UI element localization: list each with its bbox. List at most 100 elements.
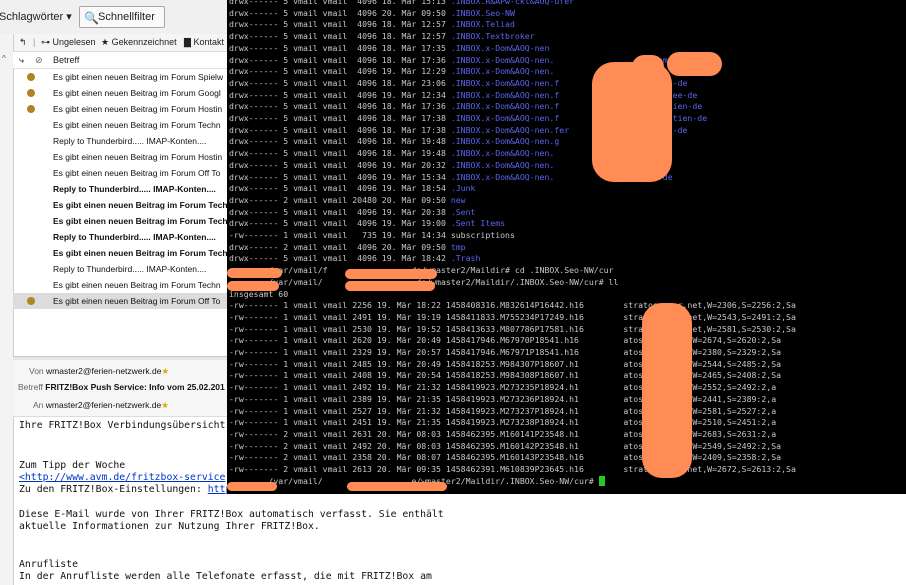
message-subject: Es gibt einen neuen Beitrag im Forum Goo…: [53, 88, 221, 98]
message-subject: Es gibt einen neuen Beitrag im Forum Off…: [53, 168, 221, 178]
subject-label: Betreff: [18, 382, 43, 392]
file-name: .Sent: [450, 206, 476, 217]
file-meta: drwx------ 2 vmail vmail 4096 20. Mär 09…: [229, 241, 451, 252]
quick-filter-button[interactable]: 🔍 Schnellfilter: [79, 6, 165, 28]
subject-column-header[interactable]: Betreff: [53, 52, 79, 68]
folder-pane-edge[interactable]: ^: [0, 34, 14, 585]
terminal-dir-line: drwx------ 5 vmail vmail 4096 18. Mär 15…: [229, 0, 574, 8]
redaction-mark: [345, 281, 435, 291]
message-subject: Reply to Thunderbird..... IMAP-Konten...…: [53, 232, 216, 242]
file-name: .INBOX.Teliad: [450, 19, 515, 30]
body-line: Ihre FRITZ!Box Verbindungsübersicht: [19, 420, 226, 431]
terminal-file-line: -rw------- 1 vmail vmail 2408 19. Mär 20…: [229, 370, 782, 381]
redaction-mark: [642, 303, 692, 478]
file-name: new: [450, 194, 466, 205]
thread-column-icon[interactable]: ⤷: [19, 52, 24, 68]
from-label: Von: [29, 366, 44, 376]
file-meta: drwx------ 5 vmail vmail 4096 19. Mär 12…: [229, 89, 451, 100]
terminal-file-line: -rw------- 1 vmail vmail 2451 19. Mär 21…: [229, 417, 777, 428]
body-link[interactable]: <http://www.avm.de/fritzbox-service: [19, 472, 225, 484]
search-icon: 🔍: [84, 11, 99, 25]
message-subject: Es gibt einen neuen Beitrag im Forum Tec…: [53, 120, 221, 130]
filter-unread-label: Ungelesen: [52, 37, 96, 47]
file-name: .Sent Items: [450, 218, 506, 229]
body-line: aktuelle Informationen zur Nutzung Ihrer…: [19, 521, 320, 532]
file-meta: drwx------ 5 vmail vmail 4096 18. Mär 17…: [229, 42, 451, 53]
terminal-file-line: -rw------- 1 vmail vmail 2527 19. Mär 21…: [229, 405, 777, 416]
terminal-file-line: -rw------- 1 vmail vmail 2620 19. Mär 20…: [229, 335, 782, 346]
avm-link[interactable]: <http://www.avm.de/fritzbox-service: [19, 472, 225, 483]
file-meta: drwx------ 5 vmail vmail 4096 18. Mär 12…: [229, 19, 451, 30]
file-meta: drwx------ 5 vmail vmail 4096 18. Mär 23…: [229, 77, 451, 88]
message-subject: Es gibt einen neuen Beitrag im Forum Off…: [53, 296, 221, 306]
file-name: tmp: [450, 241, 466, 252]
star-icon: ★: [101, 37, 110, 47]
file-name: .INBOX.Seo-NW: [450, 7, 515, 18]
thread-icon[interactable]: ↰: [19, 34, 27, 51]
redaction-mark: [227, 268, 282, 278]
terminal-file-line: -rw------- 1 vmail vmail 2492 19. Mär 21…: [229, 382, 777, 393]
file-meta: drwx------ 5 vmail vmail 4096 18. Mär 17…: [229, 101, 451, 112]
message-subject: Reply to Thunderbird..... IMAP-Konten...…: [53, 184, 216, 194]
status-dot-icon: [27, 73, 35, 81]
terminal-file-line: -rw------- 1 vmail vmail 2491 19. Mär 19…: [229, 311, 796, 322]
body-line: Zum Tipp der Woche: [19, 460, 126, 471]
filter-starred[interactable]: ★ Gekennzeichnet: [101, 34, 177, 51]
terminal-dir-line: drwx------ 5 vmail vmail 4096 18. Mär 19…: [229, 148, 653, 160]
terminal-dir-line: drwx------ 5 vmail vmail 4096 19. Mär 18…: [229, 183, 475, 195]
file-meta: -rw------- 1 vmail vmail 735 19. Mär 14:…: [229, 230, 451, 240]
terminal-dir-line: drwx------ 5 vmail vmail 4096 18. Mär 12…: [229, 31, 535, 43]
redaction-mark: [227, 482, 277, 491]
terminal-dir-line: drwx------ 5 vmail vmail 4096 20. Mär 09…: [229, 8, 515, 20]
message-subject: Reply to Thunderbird..... IMAP-Konten...…: [53, 136, 207, 146]
terminal-dir-line: drwx------ 5 vmail vmail 4096 18. Mär 19…: [229, 136, 643, 148]
contact-icon: ▇: [184, 37, 191, 47]
file-meta: drwx------ 5 vmail vmail 4096 18. Mär 17…: [229, 54, 451, 65]
tags-menu-button[interactable]: Schlagwörter ▾: [0, 7, 72, 27]
terminal-dir-line: drwx------ 2 vmail vmail 20480 20. Mär 0…: [229, 195, 466, 207]
file-name: .INBOX.x-Dom&AOQ-nen: [450, 42, 550, 53]
message-subject: Reply to Thunderbird..... IMAP-Konten...…: [53, 264, 207, 274]
chevron-down-icon: ▾: [66, 11, 72, 23]
terminal-dir-line: -rw------- 1 vmail vmail 735 19. Mär 14:…: [229, 230, 515, 242]
from-value[interactable]: wmaster2@ferien-netzwerk.de: [46, 366, 161, 376]
terminal-dir-line: drwx------ 5 vmail vmail 4096 19. Mär 19…: [229, 218, 505, 230]
file-meta: drwx------ 5 vmail vmail 4096 19. Mär 18…: [229, 183, 451, 194]
filter-contact[interactable]: ▇ Kontakt: [184, 34, 224, 51]
star-icon[interactable]: ★: [161, 366, 169, 376]
scroll-up-icon[interactable]: ^: [2, 54, 6, 63]
file-name: .INBOX.R&APw-ckl&AOQ-ufer: [450, 0, 575, 6]
to-value[interactable]: wmaster2@ferien-netzwerk.de: [46, 400, 161, 410]
terminal-file-line: -rw------- 2 vmail vmail 2358 20. Mär 08…: [229, 452, 782, 463]
redaction-mark: [227, 281, 279, 291]
star-icon[interactable]: ★: [161, 400, 169, 410]
redaction-mark: [667, 52, 722, 76]
terminal-dir-line: drwx------ 5 vmail vmail 4096 19. Mär 20…: [229, 207, 475, 219]
tags-label: Schlagwörter: [0, 11, 64, 23]
file-meta: drwx------ 5 vmail vmail 4096 18. Mär 19…: [229, 148, 451, 159]
file-meta: drwx------ 2 vmail vmail 20480 20. Mär 0…: [229, 194, 451, 205]
terminal-dir-line: drwx------ 5 vmail vmail 4096 19. Mär 18…: [229, 253, 480, 265]
file-meta: drwx------ 5 vmail vmail 4096 20. Mär 09…: [229, 7, 451, 18]
file-meta: drwx------ 5 vmail vmail 4096 19. Mär 12…: [229, 66, 451, 77]
unread-icon: ⊶: [41, 37, 50, 47]
attachment-column-icon[interactable]: ⊘: [35, 52, 43, 68]
filter-unread[interactable]: ⊶ Ungelesen: [41, 34, 96, 51]
terminal-window[interactable]: drwx------ 5 vmail vmail 4096 18. Mär 15…: [227, 0, 906, 494]
subject-value: FRITZ!Box Push Service: Info vom 25.02.2…: [45, 382, 225, 392]
file-name: .Trash: [450, 253, 481, 264]
terminal-dir-line: drwx------ 5 vmail vmail 4096 18. Mär 17…: [229, 43, 549, 55]
to-label: An: [33, 400, 44, 410]
terminal-cursor[interactable]: [598, 476, 605, 487]
file-meta: drwx------ 5 vmail vmail 4096 18. Mär 17…: [229, 124, 451, 135]
terminal-file-line: -rw------- 2 vmail vmail 2492 20. Mär 08…: [229, 440, 782, 451]
file-name: .INBOX.Textbroker: [450, 31, 535, 42]
body-line: Anrufliste: [19, 559, 78, 570]
message-subject: Es gibt einen neuen Beitrag im Forum Tec…: [53, 200, 228, 210]
file-meta: drwx------ 5 vmail vmail 4096 19. Mär 18…: [229, 253, 451, 264]
terminal-file-line: -rw------- 1 vmail vmail 2329 19. Mär 20…: [229, 347, 782, 357]
redaction-mark: [347, 482, 447, 491]
status-dot-icon: [27, 105, 35, 113]
redaction-mark: [345, 269, 437, 279]
terminal-dir-line: drwx------ 5 vmail vmail 4096 19. Mär 20…: [229, 160, 648, 172]
